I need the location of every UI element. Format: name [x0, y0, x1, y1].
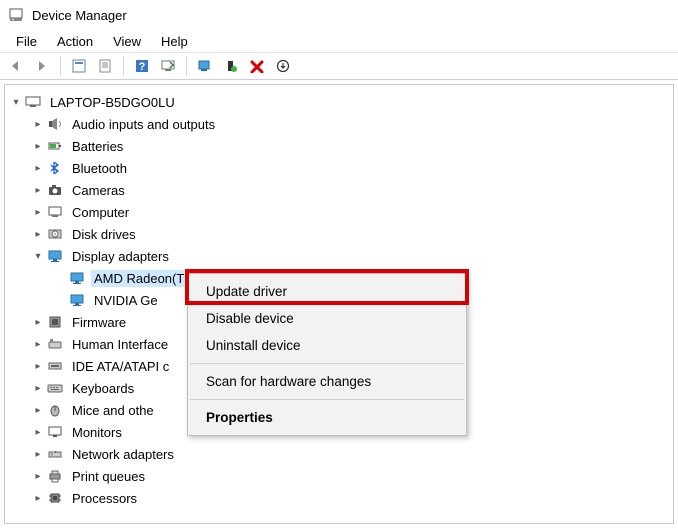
uninstall-button[interactable] — [271, 55, 295, 77]
tree-category-label: Print queues — [69, 468, 148, 485]
ctx-update-driver[interactable]: Update driver — [188, 278, 466, 305]
display-icon — [47, 248, 63, 264]
computer-root-icon — [25, 94, 41, 110]
caret-right-icon[interactable]: ▸ — [31, 337, 45, 351]
tree-category-label: Network adapters — [69, 446, 177, 463]
ctx-scan-hardware[interactable]: Scan for hardware changes — [188, 368, 466, 395]
display-icon — [69, 270, 85, 286]
enable-button[interactable] — [219, 55, 243, 77]
toolbar-separator — [123, 56, 124, 76]
delete-button[interactable] — [245, 55, 269, 77]
tree-category-label: Monitors — [69, 424, 125, 441]
tree-root-node[interactable]: ▾ LAPTOP-B5DGO0LU — [9, 91, 673, 113]
menu-file[interactable]: File — [6, 32, 47, 51]
tree-category-label: Keyboards — [69, 380, 137, 397]
ctx-separator — [190, 363, 464, 364]
ide-icon — [47, 358, 63, 374]
caret-right-icon[interactable]: ▸ — [31, 161, 45, 175]
caret-right-icon[interactable]: ▸ — [31, 205, 45, 219]
tree-category-label: Disk drives — [69, 226, 139, 243]
caret-right-icon[interactable]: ▸ — [31, 469, 45, 483]
svg-text:?: ? — [139, 61, 146, 73]
tree-category[interactable]: ▸ Batteries — [31, 135, 673, 157]
tree-device-label: NVIDIA Ge — [91, 292, 161, 309]
speaker-icon — [47, 116, 63, 132]
caret-right-icon[interactable]: ▸ — [31, 425, 45, 439]
tree-category[interactable]: ▸ Print queues — [31, 465, 673, 487]
tree-category-label: Batteries — [69, 138, 126, 155]
printer-icon — [47, 468, 63, 484]
tree-category[interactable]: ▸ Computer — [31, 201, 673, 223]
caret-right-icon[interactable]: ▸ — [31, 491, 45, 505]
tree-category-label: Bluetooth — [69, 160, 130, 177]
computer-icon — [47, 204, 63, 220]
keyboard-icon — [47, 380, 63, 396]
tree-category[interactable]: ▾ Display adapters — [31, 245, 673, 267]
toolbar-separator — [186, 56, 187, 76]
tree-category[interactable]: ▸ Cameras — [31, 179, 673, 201]
tree-category-label: Mice and othe — [69, 402, 157, 419]
caret-right-icon[interactable]: ▸ — [31, 381, 45, 395]
caret-right-icon[interactable]: ▸ — [31, 117, 45, 131]
tree-category-label: IDE ATA/ATAPI c — [69, 358, 172, 375]
caret-right-icon[interactable]: ▸ — [31, 183, 45, 197]
help-button[interactable]: ? — [130, 55, 154, 77]
caret-down-icon[interactable]: ▾ — [9, 95, 23, 109]
properties-button[interactable] — [93, 55, 117, 77]
caret-right-icon[interactable]: ▸ — [31, 403, 45, 417]
ctx-disable-device[interactable]: Disable device — [188, 305, 466, 332]
ctx-separator — [190, 399, 464, 400]
tree-category[interactable]: ▸ Processors — [31, 487, 673, 509]
camera-icon — [47, 182, 63, 198]
network-icon — [47, 446, 63, 462]
caret-right-icon[interactable]: ▸ — [31, 359, 45, 373]
ctx-properties[interactable]: Properties — [188, 404, 466, 431]
battery-icon — [47, 138, 63, 154]
tree-root-label: LAPTOP-B5DGO0LU — [47, 94, 178, 111]
caret-down-icon[interactable]: ▾ — [31, 249, 45, 263]
app-icon — [8, 7, 24, 23]
mouse-icon — [47, 402, 63, 418]
toolbar: ? — [0, 52, 678, 80]
firmware-icon — [47, 314, 63, 330]
caret-right-icon[interactable]: ▸ — [31, 227, 45, 241]
tree-category-label: Computer — [69, 204, 132, 221]
tree-category-label: Firmware — [69, 314, 129, 331]
tree-category-label: Human Interface — [69, 336, 171, 353]
caret-right-icon[interactable]: ▸ — [31, 447, 45, 461]
back-button[interactable] — [4, 55, 28, 77]
update-driver-button[interactable] — [193, 55, 217, 77]
tree-category-label: Cameras — [69, 182, 128, 199]
hid-icon — [47, 336, 63, 352]
tree-category-label: Audio inputs and outputs — [69, 116, 218, 133]
tree-category-label: Processors — [69, 490, 140, 507]
context-menu: Update driver Disable device Uninstall d… — [187, 273, 467, 436]
menu-bar: File Action View Help — [0, 30, 678, 52]
disk-icon — [47, 226, 63, 242]
title-bar: Device Manager — [0, 0, 678, 30]
tree-category[interactable]: ▸ Bluetooth — [31, 157, 673, 179]
tree-category-label: Display adapters — [69, 248, 172, 265]
ctx-uninstall-device[interactable]: Uninstall device — [188, 332, 466, 359]
tree-category[interactable]: ▸ Audio inputs and outputs — [31, 113, 673, 135]
tree-pane: ▾LAPTOP-B5DGO0LU▸Audio inputs and output… — [4, 84, 674, 524]
menu-view[interactable]: View — [103, 32, 151, 51]
scan-button[interactable] — [156, 55, 180, 77]
tree-category[interactable]: ▸ Network adapters — [31, 443, 673, 465]
cpu-icon — [47, 490, 63, 506]
bluetooth-icon — [47, 160, 63, 176]
display-icon — [69, 292, 85, 308]
menu-action[interactable]: Action — [47, 32, 103, 51]
tree-category[interactable]: ▸ Disk drives — [31, 223, 673, 245]
caret-right-icon[interactable]: ▸ — [31, 315, 45, 329]
monitor-dev-icon — [47, 424, 63, 440]
show-hidden-button[interactable] — [67, 55, 91, 77]
caret-right-icon[interactable]: ▸ — [31, 139, 45, 153]
forward-button[interactable] — [30, 55, 54, 77]
menu-help[interactable]: Help — [151, 32, 198, 51]
toolbar-separator — [60, 56, 61, 76]
window-title: Device Manager — [32, 8, 127, 23]
